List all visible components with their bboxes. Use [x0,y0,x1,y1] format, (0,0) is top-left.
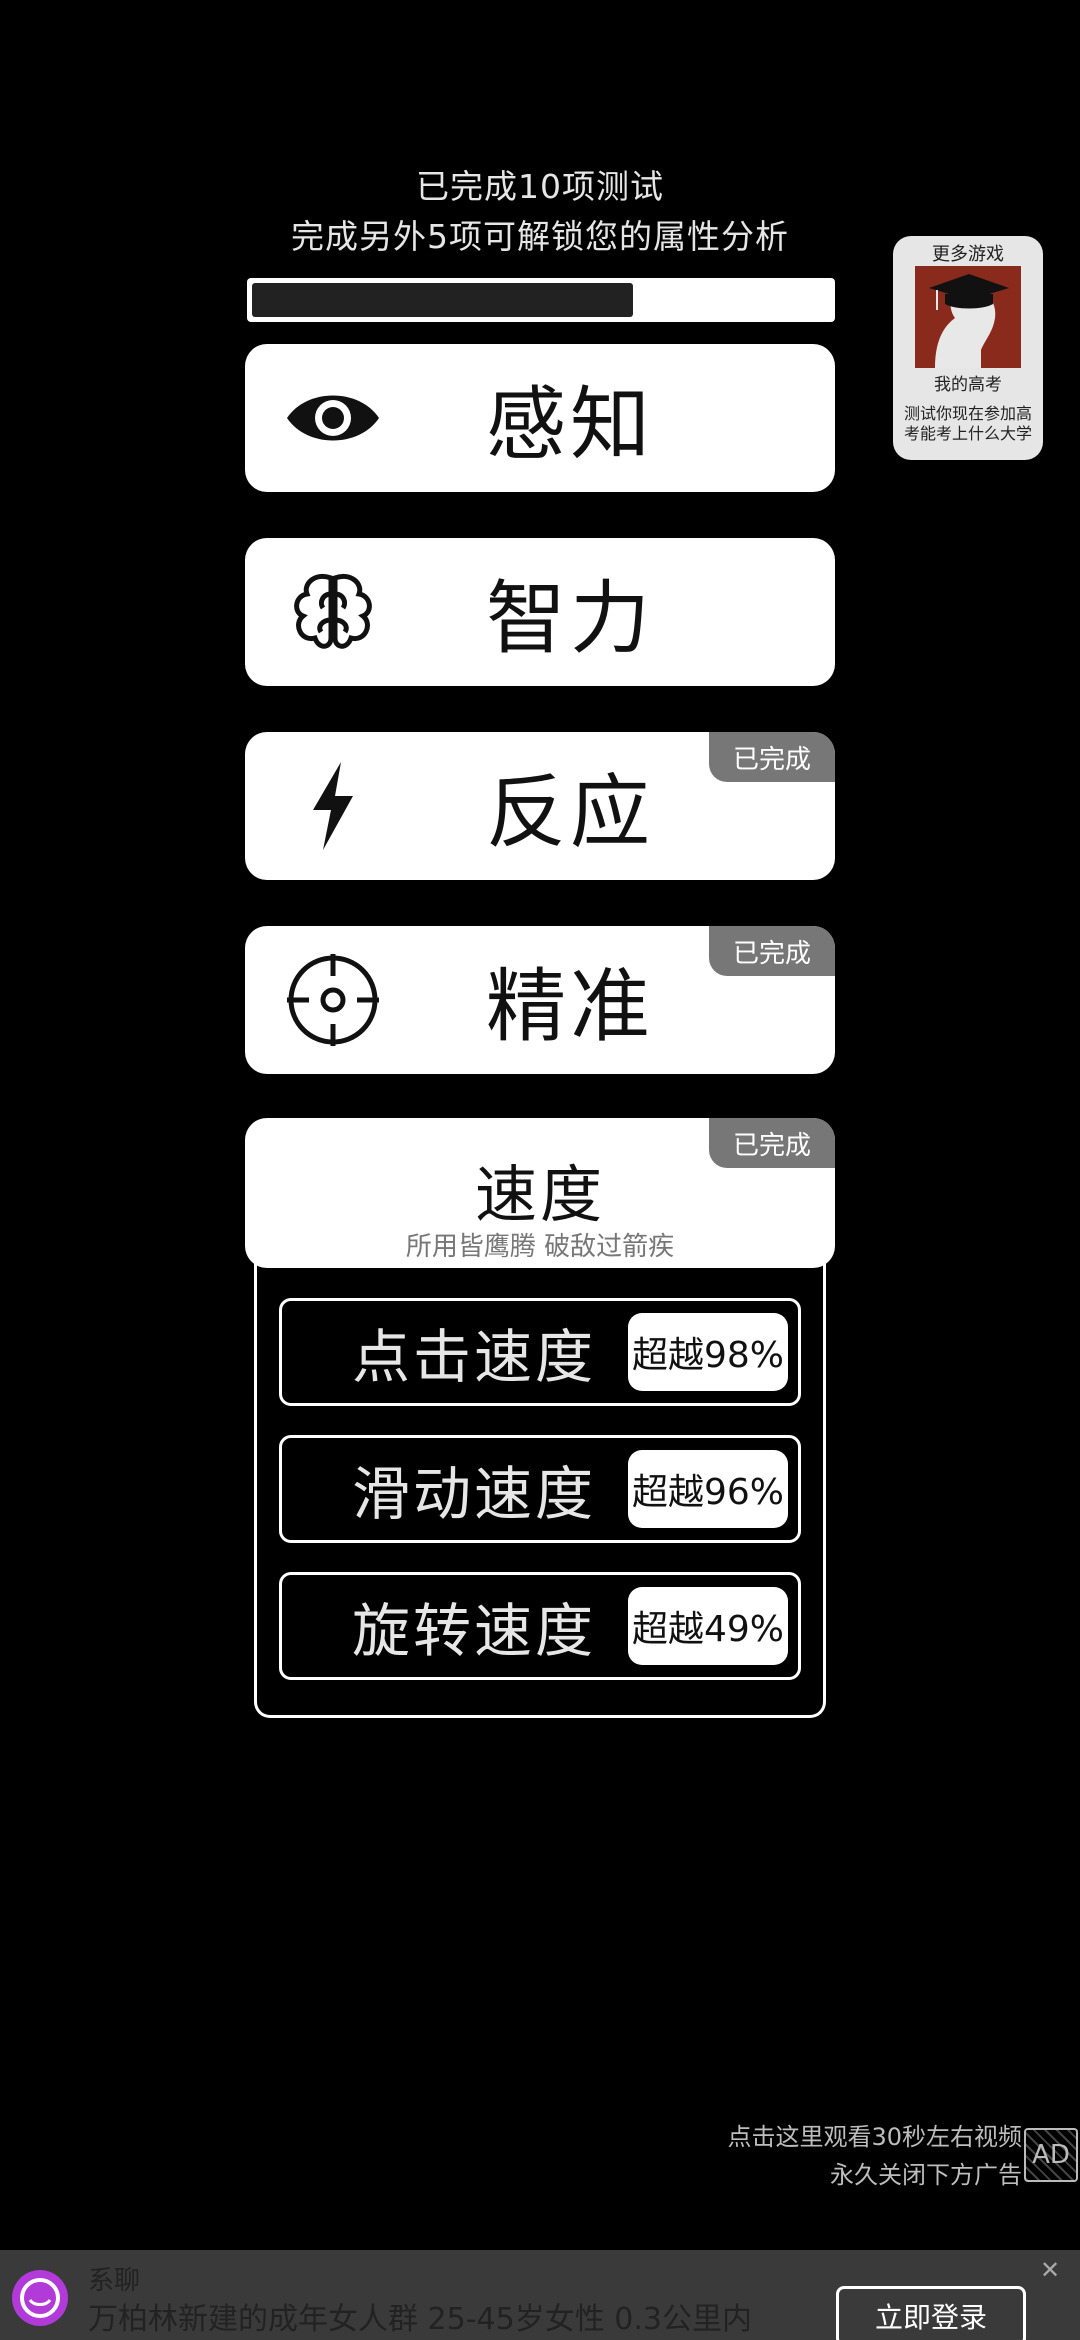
completed-badge: 已完成 [709,926,835,976]
more-games-name: 我的高考 [934,375,1002,395]
category-card-reaction[interactable]: 反应 已完成 [245,732,835,880]
speed-subtitle: 所用皆鹰腾 破敌过箭疾 [405,1232,675,1262]
speed-result-swipe[interactable]: 滑动速度 超越96% [279,1435,801,1543]
speed-result-rotate[interactable]: 旋转速度 超越49% [279,1572,801,1680]
completed-badge: 已完成 [709,1118,835,1168]
speed-result-label: 滑动速度 [352,1460,597,1528]
ad-icon[interactable]: AD [1024,2128,1078,2182]
chat-app-logo-icon [12,2270,68,2326]
ad-brand: 系聊 [88,2266,141,2296]
more-games-title: 更多游戏 [932,244,1004,265]
category-card-intelligence[interactable]: 智力 [245,538,835,686]
progress-fill [252,283,634,317]
category-card-perception[interactable]: 感知 [245,344,835,492]
speed-result-value: 超越49% [628,1587,788,1665]
ad-text: 万柏林新建的成年女人群 25-45岁女性 0.3公里内 [88,2302,752,2337]
category-label: 智力 [486,572,654,665]
progress-bar [247,278,835,322]
speed-result-tap[interactable]: 点击速度 超越98% [279,1298,801,1406]
speed-result-label: 点击速度 [352,1323,597,1391]
category-label: 感知 [486,378,654,471]
speed-result-label: 旋转速度 [352,1597,597,1665]
category-card-precision[interactable]: 精准 已完成 [245,926,835,1074]
completed-badge: 已完成 [709,732,835,782]
remove-ad-line1: 点击这里观看30秒左右视频 [727,2123,1022,2151]
more-games-description: 测试你现在参加高考能考上什么大学 [903,404,1032,443]
close-icon[interactable]: ✕ [1040,2256,1060,2284]
ad-banner[interactable]: 系聊 万柏林新建的成年女人群 25-45岁女性 0.3公里内 立即登录 ✕ [0,2250,1080,2340]
graduation-cap-icon [915,266,1021,368]
more-games-widget[interactable]: 更多游戏 我的高考 测试你现在参加高考能考上什么大学 [893,236,1043,460]
category-card-speed[interactable]: 速度 所用皆鹰腾 破敌过箭疾 已完成 [245,1118,835,1268]
remove-ad-line2: 永久关闭下方广告 [830,2161,1022,2189]
speed-result-value: 超越96% [628,1450,788,1528]
remove-ad-notice[interactable]: 点击这里观看30秒左右视频 永久关闭下方广告 [602,2118,1022,2194]
speed-result-value: 超越98% [628,1313,788,1391]
header-completed-count: 已完成10项测试 [416,167,664,206]
ad-login-button[interactable]: 立即登录 [836,2286,1026,2340]
